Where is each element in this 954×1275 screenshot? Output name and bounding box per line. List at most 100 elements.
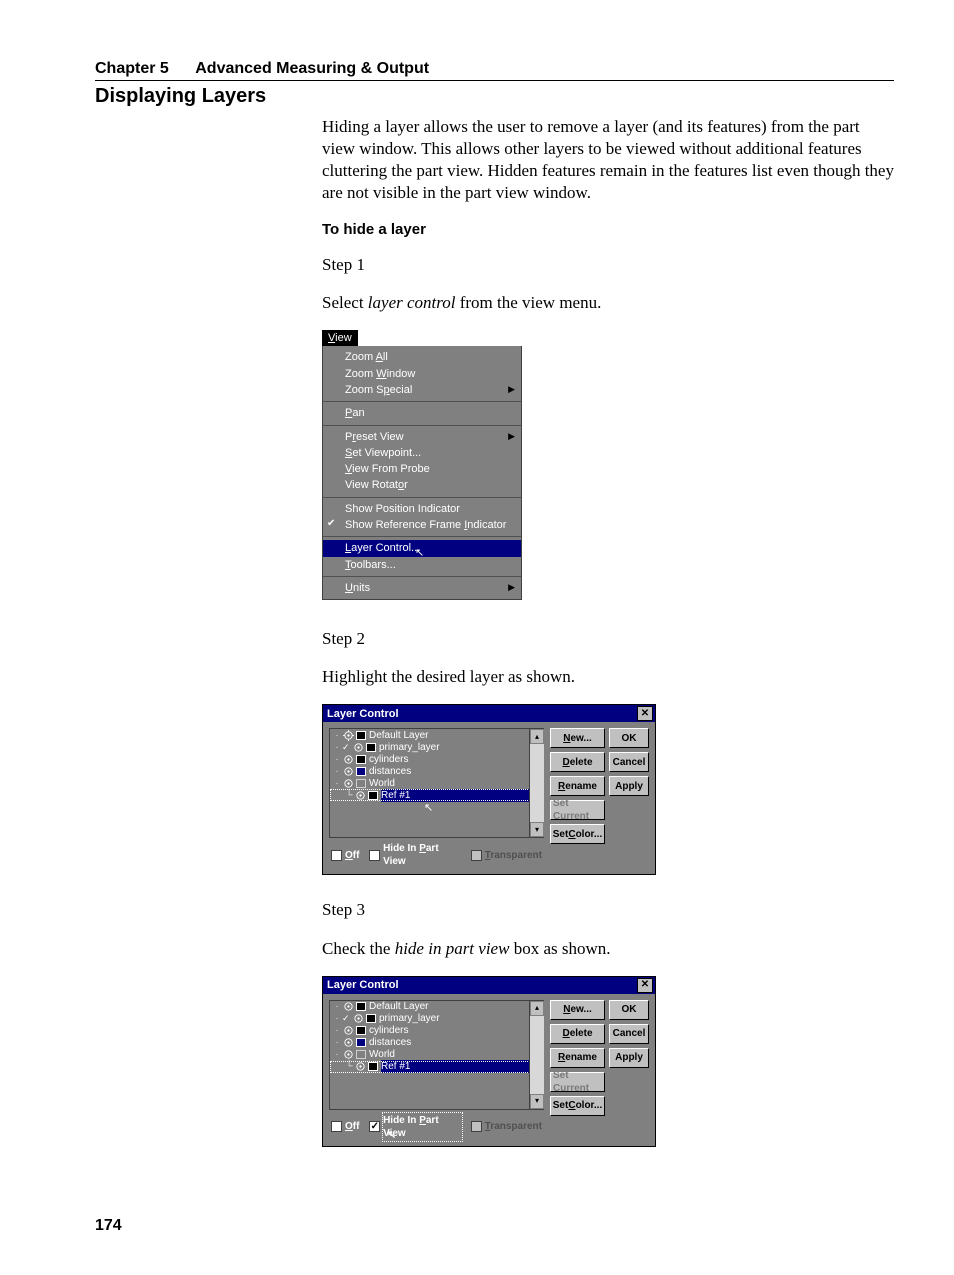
layer-list[interactable]: ·Default Layer ·✓primary_layer ·cylinder… xyxy=(329,1000,544,1110)
layer-row-world[interactable]: ·World xyxy=(330,777,544,789)
scroll-up-button[interactable]: ▴ xyxy=(530,1001,544,1016)
current-check-icon: ✓ xyxy=(342,1013,352,1025)
visibility-icon[interactable] xyxy=(342,778,354,789)
step-3-label: Step 3 xyxy=(322,899,894,921)
hide-checkbox[interactable]: Hide In Part View xyxy=(369,842,460,868)
ok-button[interactable]: OK xyxy=(609,1000,649,1020)
step-3-text: Check the hide in part view box as shown… xyxy=(322,938,894,960)
rename-button[interactable]: Rename xyxy=(550,1048,605,1068)
color-swatch[interactable] xyxy=(356,755,366,764)
menu-zoom-all[interactable]: Zoom All xyxy=(323,349,521,365)
new-button[interactable]: New... xyxy=(550,728,605,748)
visibility-icon[interactable] xyxy=(342,1037,354,1048)
cancel-button[interactable]: Cancel xyxy=(609,1024,649,1044)
menu-pan[interactable]: Pan xyxy=(323,405,521,421)
submenu-arrow-icon: ▶ xyxy=(508,431,515,443)
color-swatch[interactable] xyxy=(356,767,366,776)
color-swatch[interactable] xyxy=(368,791,378,800)
check-icon: ✔ xyxy=(327,517,335,530)
layer-row-cylinders[interactable]: ·cylinders xyxy=(330,1025,544,1037)
menu-view-rotator[interactable]: View Rotator xyxy=(323,477,521,493)
menu-view-from-probe[interactable]: View From Probe xyxy=(323,461,521,477)
transparent-checkbox[interactable]: Transparent xyxy=(471,1120,542,1133)
color-swatch[interactable] xyxy=(366,1014,376,1023)
visibility-icon[interactable] xyxy=(352,1013,364,1024)
layer-row-primary[interactable]: ·✓primary_layer xyxy=(330,1013,544,1025)
layer-control-dialog-checked: Layer Control ✕ ·Default Layer ·✓primary… xyxy=(322,976,656,1147)
off-checkbox[interactable]: Off xyxy=(331,1120,359,1133)
layer-row-ref1[interactable]: └Ref #1 xyxy=(330,789,544,801)
visibility-icon[interactable] xyxy=(342,1025,354,1036)
menu-toolbars[interactable]: Toolbars... xyxy=(323,557,521,573)
set-current-button[interactable]: Set Current xyxy=(550,800,605,820)
scroll-up-button[interactable]: ▴ xyxy=(530,729,544,744)
step-1-label: Step 1 xyxy=(322,254,894,276)
view-menu: View Zoom All Zoom Window Zoom Special▶ … xyxy=(322,330,522,600)
menu-set-viewpoint[interactable]: Set Viewpoint... xyxy=(323,445,521,461)
layer-list[interactable]: ·Default Layer ·✓primary_layer ·cylinder… xyxy=(329,728,544,838)
menu-layer-control[interactable]: Layer Control... ↖ xyxy=(323,540,521,556)
menu-units[interactable]: Units▶ xyxy=(323,580,521,596)
apply-button[interactable]: Apply xyxy=(609,1048,649,1068)
rename-button[interactable]: Rename xyxy=(550,776,605,796)
delete-button[interactable]: Delete xyxy=(550,752,605,772)
layer-row-cylinders[interactable]: ·cylinders xyxy=(330,753,544,765)
visibility-icon[interactable] xyxy=(354,790,366,801)
color-swatch[interactable] xyxy=(368,1062,378,1071)
color-swatch[interactable] xyxy=(356,1038,366,1047)
visibility-icon[interactable] xyxy=(342,754,354,765)
scrollbar[interactable]: ▴ ▾ xyxy=(529,1001,544,1109)
visibility-icon[interactable] xyxy=(342,1049,354,1060)
visibility-icon[interactable] xyxy=(342,766,354,777)
close-button[interactable]: ✕ xyxy=(637,706,653,721)
layer-row-distances[interactable]: ·distances xyxy=(330,765,544,777)
menu-zoom-special[interactable]: Zoom Special▶ xyxy=(323,382,521,398)
view-menu-title[interactable]: View xyxy=(322,330,358,346)
close-button[interactable]: ✕ xyxy=(637,978,653,993)
menu-zoom-window[interactable]: Zoom Window xyxy=(323,366,521,382)
dialog-title: Layer Control xyxy=(327,707,399,721)
set-color-button[interactable]: Set Color... xyxy=(550,1096,605,1116)
apply-button[interactable]: Apply xyxy=(609,776,649,796)
page-number: 174 xyxy=(95,1217,894,1235)
visibility-icon[interactable] xyxy=(342,1001,354,1012)
color-swatch[interactable] xyxy=(356,1026,366,1035)
scroll-down-button[interactable]: ▾ xyxy=(530,1094,544,1109)
color-swatch[interactable] xyxy=(356,1050,366,1059)
visibility-icon[interactable] xyxy=(352,742,364,753)
color-swatch[interactable] xyxy=(356,1002,366,1011)
set-current-button[interactable]: Set Current xyxy=(550,1072,605,1092)
scrollbar[interactable]: ▴ ▾ xyxy=(529,729,544,837)
hide-checkbox[interactable]: ✓Hide In Part View xyxy=(369,1114,460,1140)
visibility-icon[interactable] xyxy=(342,730,354,741)
scroll-down-button[interactable]: ▾ xyxy=(530,822,544,837)
layer-row-default[interactable]: ·Default Layer xyxy=(330,729,544,741)
set-color-button[interactable]: Set Color... xyxy=(550,824,605,844)
transparent-checkbox[interactable]: Transparent xyxy=(471,849,542,862)
chapter-title: Advanced Measuring & Output xyxy=(195,60,429,77)
intro-paragraph: Hiding a layer allows the user to remove… xyxy=(322,116,894,204)
delete-button[interactable]: Delete xyxy=(550,1024,605,1044)
color-swatch[interactable] xyxy=(356,731,366,740)
visibility-icon[interactable] xyxy=(354,1061,366,1072)
new-button[interactable]: New... xyxy=(550,1000,605,1020)
menu-show-position[interactable]: Show Position Indicator xyxy=(323,501,521,517)
chapter-header: Chapter 5 Advanced Measuring & Output xyxy=(95,60,894,81)
layer-row-distances[interactable]: ·distances xyxy=(330,1037,544,1049)
section-heading: Displaying Layers xyxy=(95,85,894,108)
off-checkbox[interactable]: Off xyxy=(331,849,359,862)
color-swatch[interactable] xyxy=(366,743,376,752)
cancel-button[interactable]: Cancel xyxy=(609,752,649,772)
layer-row-world[interactable]: ·World xyxy=(330,1049,544,1061)
layer-row-primary[interactable]: ·✓primary_layer xyxy=(330,741,544,753)
menu-show-reference[interactable]: ✔Show Reference Frame Indicator xyxy=(323,517,521,533)
scroll-track[interactable] xyxy=(530,1016,544,1094)
submenu-arrow-icon: ▶ xyxy=(508,384,515,396)
layer-row-ref1[interactable]: └Ref #1 xyxy=(330,1061,544,1073)
dialog-title: Layer Control xyxy=(327,978,399,992)
ok-button[interactable]: OK xyxy=(609,728,649,748)
layer-row-default[interactable]: ·Default Layer xyxy=(330,1001,544,1013)
menu-preset-view[interactable]: Preset View▶ xyxy=(323,429,521,445)
color-swatch[interactable] xyxy=(356,779,366,788)
scroll-track[interactable] xyxy=(530,744,544,822)
